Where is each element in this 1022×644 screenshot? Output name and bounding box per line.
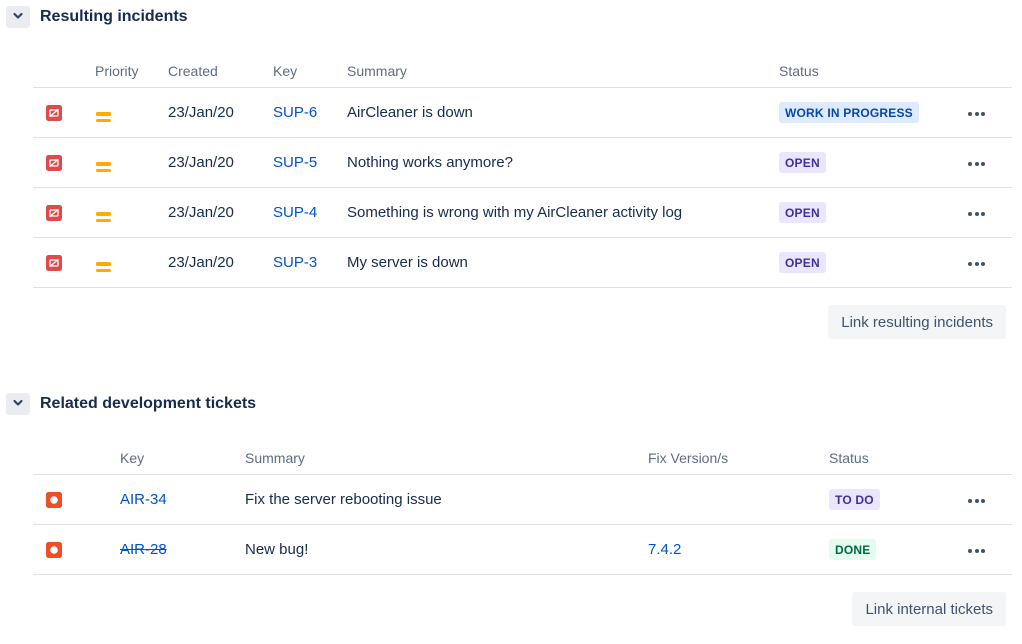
incident-icon xyxy=(46,105,62,121)
incident-icon xyxy=(46,155,62,171)
status-badge: OPEN xyxy=(779,252,826,273)
section-title: Related development tickets xyxy=(40,395,256,413)
chevron-down-icon xyxy=(11,9,25,26)
issue-summary: My server is down xyxy=(347,254,779,271)
status-badge: OPEN xyxy=(779,202,826,223)
dev-tickets-section-header: Related development tickets xyxy=(6,393,1022,415)
dev-tickets-table-header: Key Summary Fix Version/s Status xyxy=(33,442,1012,475)
more-options-button[interactable] xyxy=(966,156,987,172)
table-row: 23/Jan/20 SUP-3 My server is down OPEN xyxy=(33,238,1012,288)
bug-icon xyxy=(46,492,62,508)
status-badge: DONE xyxy=(829,539,876,560)
status-badge: WORK IN PROGRESS xyxy=(779,102,919,123)
table-row: 23/Jan/20 SUP-4 Something is wrong with … xyxy=(33,188,1012,238)
status-badge: TO DO xyxy=(829,489,880,510)
col-fix-versions: Fix Version/s xyxy=(648,450,829,466)
collapse-incidents-button[interactable] xyxy=(6,6,30,28)
collapse-dev-tickets-button[interactable] xyxy=(6,393,30,415)
created-date: 23/Jan/20 xyxy=(168,104,273,121)
col-summary: Summary xyxy=(347,63,779,79)
more-options-button[interactable] xyxy=(966,106,987,122)
medium-priority-icon xyxy=(95,262,111,272)
issue-summary: AirCleaner is down xyxy=(347,104,779,121)
chevron-down-icon xyxy=(11,396,25,413)
medium-priority-icon xyxy=(95,212,111,222)
issue-summary: Nothing works anymore? xyxy=(347,154,779,171)
more-options-button[interactable] xyxy=(966,493,987,509)
more-options-button[interactable] xyxy=(966,256,987,272)
incident-icon xyxy=(46,255,62,271)
issue-key-link[interactable]: AIR-28 xyxy=(120,541,167,558)
issue-summary: Fix the server rebooting issue xyxy=(245,491,648,508)
col-priority: Priority xyxy=(95,63,168,79)
issue-key-link[interactable]: AIR-34 xyxy=(120,491,167,508)
created-date: 23/Jan/20 xyxy=(168,154,273,171)
status-badge: OPEN xyxy=(779,152,826,173)
link-internal-tickets-button[interactable]: Link internal tickets xyxy=(852,592,1006,626)
created-date: 23/Jan/20 xyxy=(168,254,273,271)
section-title: Resulting incidents xyxy=(40,8,188,26)
table-row: AIR-28 New bug! 7.4.2 DONE xyxy=(33,525,1012,575)
dev-tickets-table: Key Summary Fix Version/s Status AIR-34 … xyxy=(33,442,1012,575)
bug-icon xyxy=(46,542,62,558)
incidents-table-header: Priority Created Key Summary Status xyxy=(33,55,1012,88)
more-options-button[interactable] xyxy=(966,206,987,222)
col-status: Status xyxy=(829,450,966,466)
incident-icon xyxy=(46,205,62,221)
issue-key-link[interactable]: SUP-3 xyxy=(273,254,317,271)
table-row: 23/Jan/20 SUP-6 AirCleaner is down WORK … xyxy=(33,88,1012,138)
col-summary: Summary xyxy=(245,450,648,466)
link-resulting-incidents-button[interactable]: Link resulting incidents xyxy=(828,305,1006,339)
more-options-button[interactable] xyxy=(966,543,987,559)
issue-key-link[interactable]: SUP-6 xyxy=(273,104,317,121)
fix-version-link[interactable]: 7.4.2 xyxy=(648,541,681,558)
medium-priority-icon xyxy=(95,162,111,172)
incidents-section-header: Resulting incidents xyxy=(6,6,1022,28)
table-row: AIR-34 Fix the server rebooting issue TO… xyxy=(33,475,1012,525)
issue-summary: Something is wrong with my AirCleaner ac… xyxy=(347,204,779,221)
issue-summary: New bug! xyxy=(245,541,648,558)
medium-priority-icon xyxy=(95,112,111,122)
col-created: Created xyxy=(168,63,273,79)
issue-key-link[interactable]: SUP-5 xyxy=(273,154,317,171)
col-key: Key xyxy=(273,63,347,79)
created-date: 23/Jan/20 xyxy=(168,204,273,221)
incidents-table: Priority Created Key Summary Status 23/J… xyxy=(33,55,1012,288)
issue-key-link[interactable]: SUP-4 xyxy=(273,204,317,221)
col-status: Status xyxy=(779,63,966,79)
table-row: 23/Jan/20 SUP-5 Nothing works anymore? O… xyxy=(33,138,1012,188)
col-key: Key xyxy=(120,450,245,466)
